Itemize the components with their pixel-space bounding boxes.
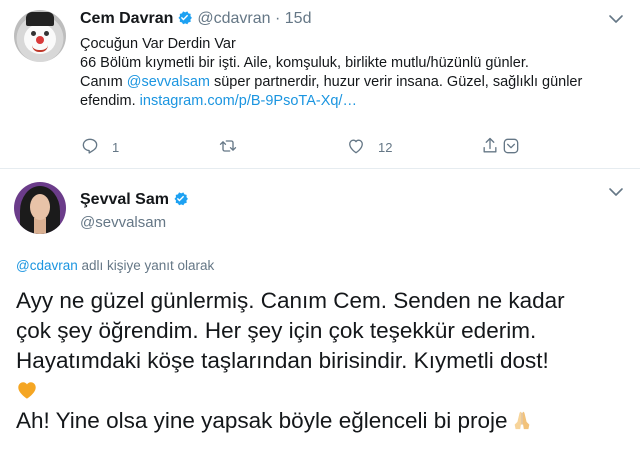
avatar-neck <box>34 218 46 234</box>
folded-hands-emoji <box>508 409 536 431</box>
yellow-heart-emoji <box>16 379 38 401</box>
tweet-header: Şevval Sam <box>80 190 193 212</box>
avatar-eye <box>44 31 49 36</box>
mention-link[interactable]: @cdavran <box>16 258 78 273</box>
retweet-icon <box>218 136 238 159</box>
avatar[interactable] <box>14 182 66 234</box>
tweet-text-fragment: süper partnerdir, huzur verir insana. Gü… <box>209 74 583 90</box>
tweet-cem-davran: Cem Davran @cdavran · 15d Çocuğun Var Der… <box>0 0 640 168</box>
reply-icon <box>80 136 100 159</box>
share-button[interactable] <box>480 136 521 159</box>
avatar-face <box>30 194 50 220</box>
tweet-header: Cem Davran @cdavran · 15d <box>80 9 311 31</box>
separator-dot: · <box>275 10 281 27</box>
like-button[interactable]: 12 <box>346 136 392 159</box>
tweet-line: Ah! Yine olsa yine yapsak böyle eğlencel… <box>16 406 631 436</box>
avatar-nose <box>36 36 44 44</box>
avatar-hat <box>26 12 54 26</box>
reply-count: 1 <box>112 140 120 155</box>
avatar-eye <box>31 31 36 36</box>
tweet-line: 66 Bölüm kıymetli bir işti. Aile, komşul… <box>80 55 529 71</box>
mention-link[interactable]: @sevvalsam <box>127 74 210 90</box>
tweet-line: çok şey öğrendim. Her şey için çok teşek… <box>16 318 537 343</box>
tweet-line: Hayatımdaki köşe taşlarından birisindir.… <box>16 348 549 373</box>
avatar[interactable] <box>14 10 66 62</box>
tweet-text-fragment: efendim. <box>80 93 140 109</box>
user-handle[interactable]: @cdavran <box>197 10 270 27</box>
reply-button[interactable]: 1 <box>80 136 119 159</box>
like-icon <box>346 136 366 159</box>
retweet-button[interactable] <box>218 136 250 159</box>
tweet-line: Çocuğun Var Derdin Var <box>80 36 236 52</box>
tweet-actions: 1 12 <box>80 136 540 158</box>
chevron-down-icon[interactable] <box>501 136 521 159</box>
user-handle[interactable]: @sevvalsam <box>80 214 166 231</box>
tweet-text-fragment: Ah! Yine olsa yine yapsak böyle eğlencel… <box>16 408 508 433</box>
tweet-line: efendim. instagram.com/p/B-9PsoTA-Xq/… <box>80 92 620 111</box>
tweet-text-fragment: Canım <box>80 74 127 90</box>
instagram-link[interactable]: instagram.com/p/B-9PsoTA-Xq/… <box>140 93 357 109</box>
replying-to-text: adlı kişiye yanıt olarak <box>77 258 215 273</box>
tweet-line: Ayy ne güzel günlermiş. Canım Cem. Sende… <box>16 288 565 313</box>
divider <box>0 168 640 169</box>
tweet-time[interactable]: 15d <box>285 10 312 27</box>
verified-badge-icon <box>172 190 189 212</box>
display-name[interactable]: Cem Davran <box>80 10 173 27</box>
display-name[interactable]: Şevval Sam <box>80 191 169 208</box>
share-icon <box>480 136 500 159</box>
like-count: 12 <box>378 140 393 155</box>
verified-badge-icon <box>176 9 193 31</box>
chevron-down-icon[interactable] <box>606 9 626 29</box>
replying-to: @cdavran adlı kişiye yanıt olarak <box>16 258 214 273</box>
emoji-line <box>16 376 631 406</box>
tweet-text: Ayy ne güzel günlermiş. Canım Cem. Sende… <box>16 286 631 436</box>
tweet-line: Canım @sevvalsam süper partnerdir, huzur… <box>80 73 620 92</box>
chevron-down-icon[interactable] <box>606 182 626 202</box>
tweet-text: Çocuğun Var Derdin Var 66 Bölüm kıymetli… <box>80 35 620 111</box>
